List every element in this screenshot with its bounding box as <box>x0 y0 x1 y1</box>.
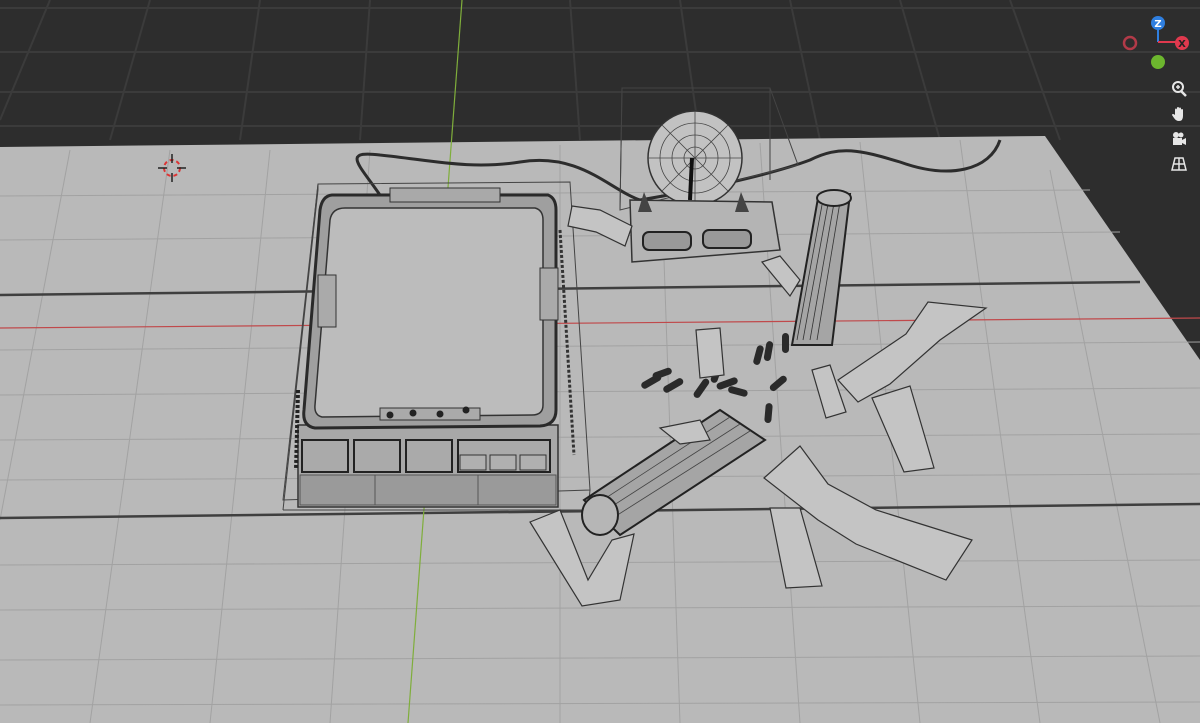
viewport-navigation-tools <box>1166 78 1194 178</box>
zoom-icon[interactable] <box>1166 78 1192 100</box>
3d-viewport[interactable]: Z X <box>0 0 1200 723</box>
gizmo-z-icon[interactable]: Z <box>1151 16 1165 30</box>
background-grid <box>0 0 1200 141</box>
scene-canvas[interactable] <box>0 0 1200 723</box>
gizmo-negative-x-icon[interactable] <box>1122 35 1138 51</box>
gizmo-y-icon[interactable] <box>1151 55 1165 69</box>
svg-text:X: X <box>1178 39 1186 50</box>
navigation-gizmo[interactable]: Z X <box>1120 0 1200 80</box>
tablet-model[interactable] <box>294 187 576 508</box>
svg-text:Z: Z <box>1154 19 1161 30</box>
gizmo-x-icon[interactable]: X <box>1175 36 1189 50</box>
hand-pan-icon[interactable] <box>1166 103 1192 125</box>
camera-view-icon[interactable] <box>1166 128 1192 150</box>
grid-ortho-icon[interactable] <box>1166 153 1192 175</box>
